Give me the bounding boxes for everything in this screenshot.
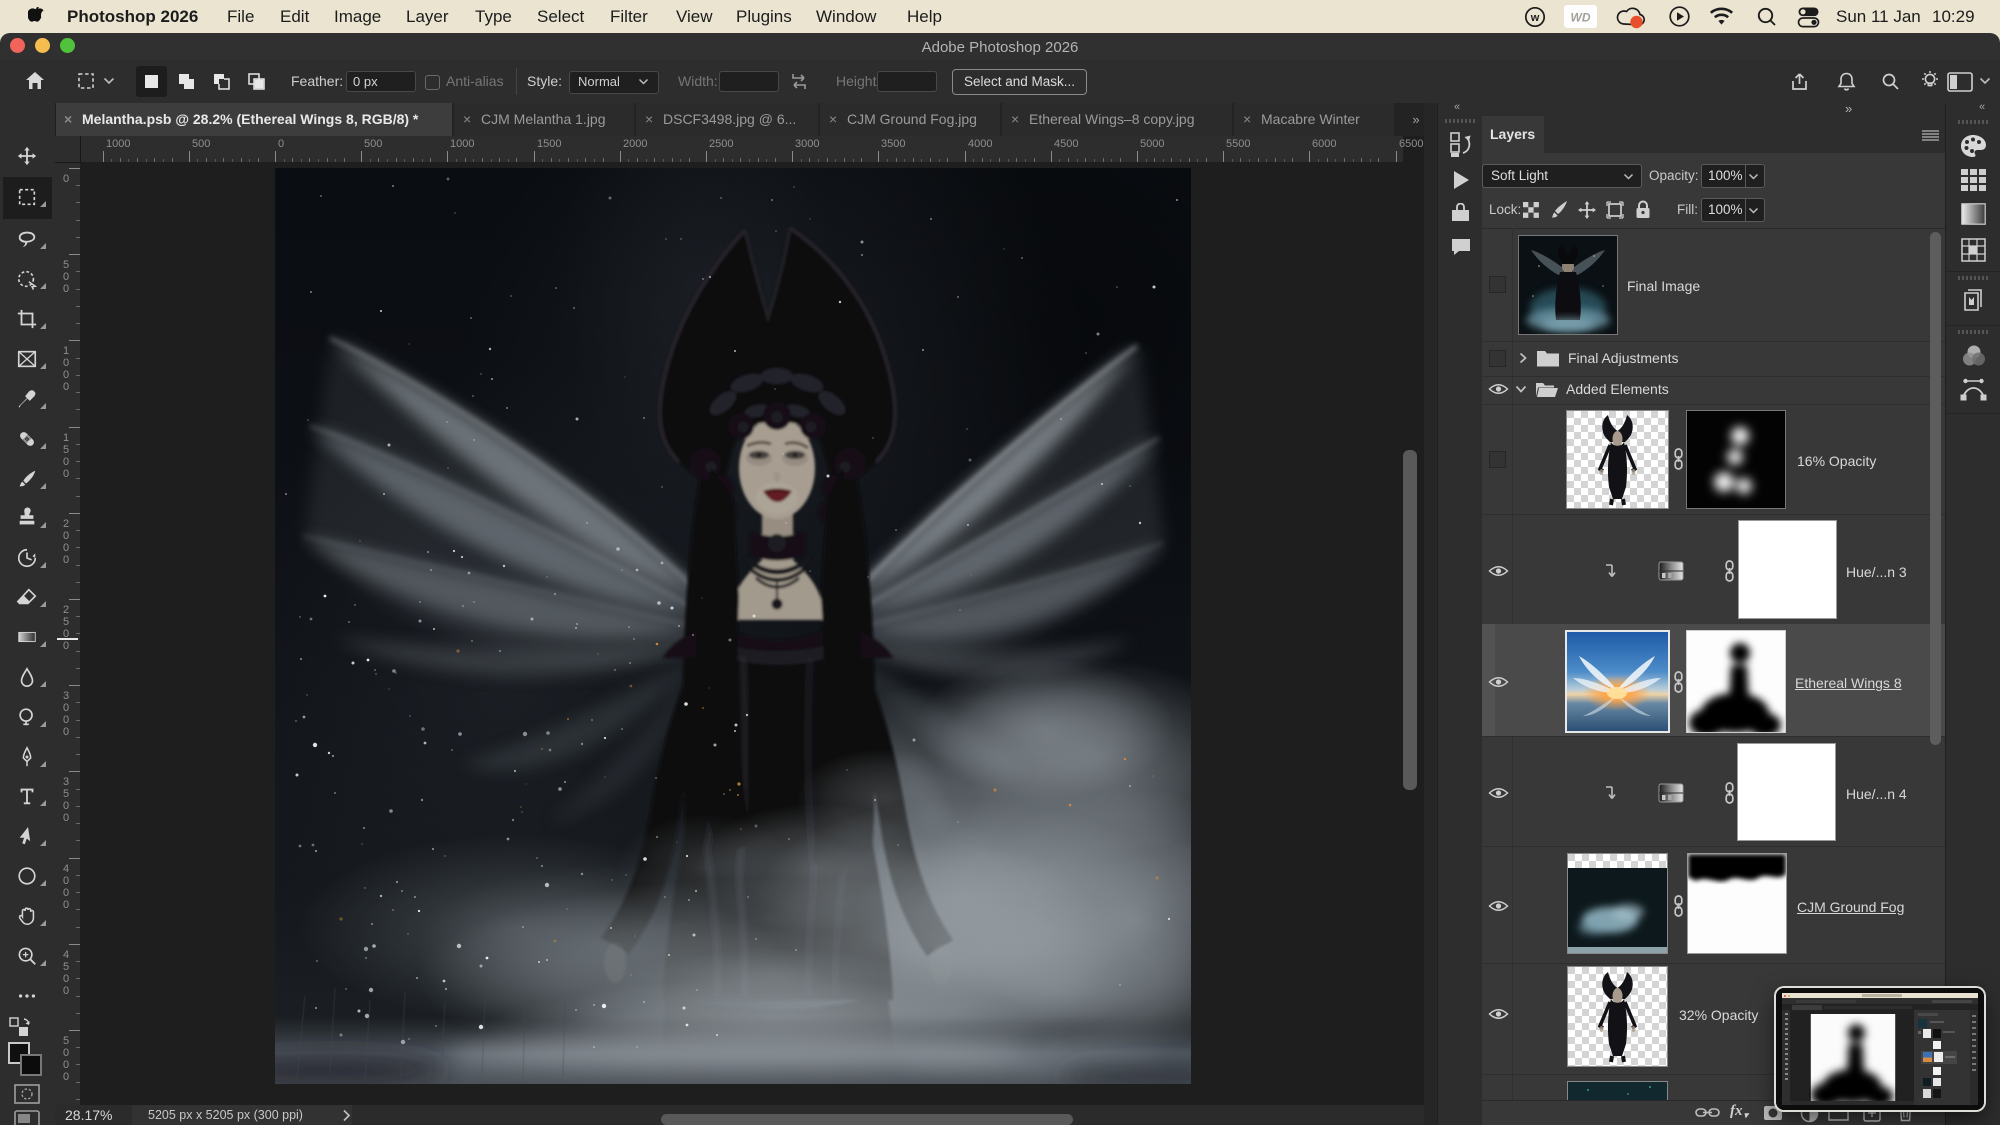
svg-text:w: w (1530, 12, 1540, 24)
svg-text:WD: WD (1571, 11, 1591, 25)
